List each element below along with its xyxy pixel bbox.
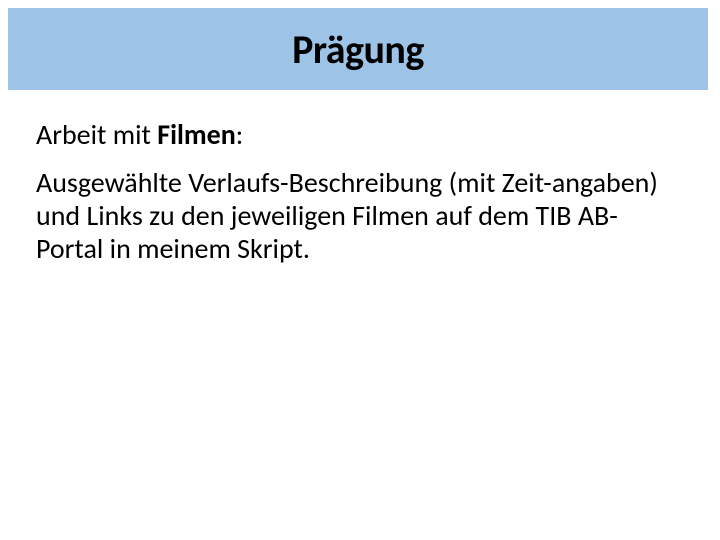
subheading-emph: Filmen: [157, 117, 236, 152]
slide-title: Prägung: [292, 25, 424, 74]
subheading-prefix: Arbeit mit: [36, 117, 157, 152]
body-paragraph: Ausgewählte Verlaufs-Beschreibung (mit Z…: [36, 166, 684, 265]
subheading-suffix: :: [236, 117, 244, 152]
body-area: Arbeit mit Filmen: Ausgewählte Verlaufs-…: [36, 118, 684, 265]
slide: Prägung Arbeit mit Filmen: Ausgewählte V…: [0, 0, 720, 540]
title-band: Prägung: [8, 8, 708, 90]
subheading: Arbeit mit Filmen:: [36, 118, 684, 152]
